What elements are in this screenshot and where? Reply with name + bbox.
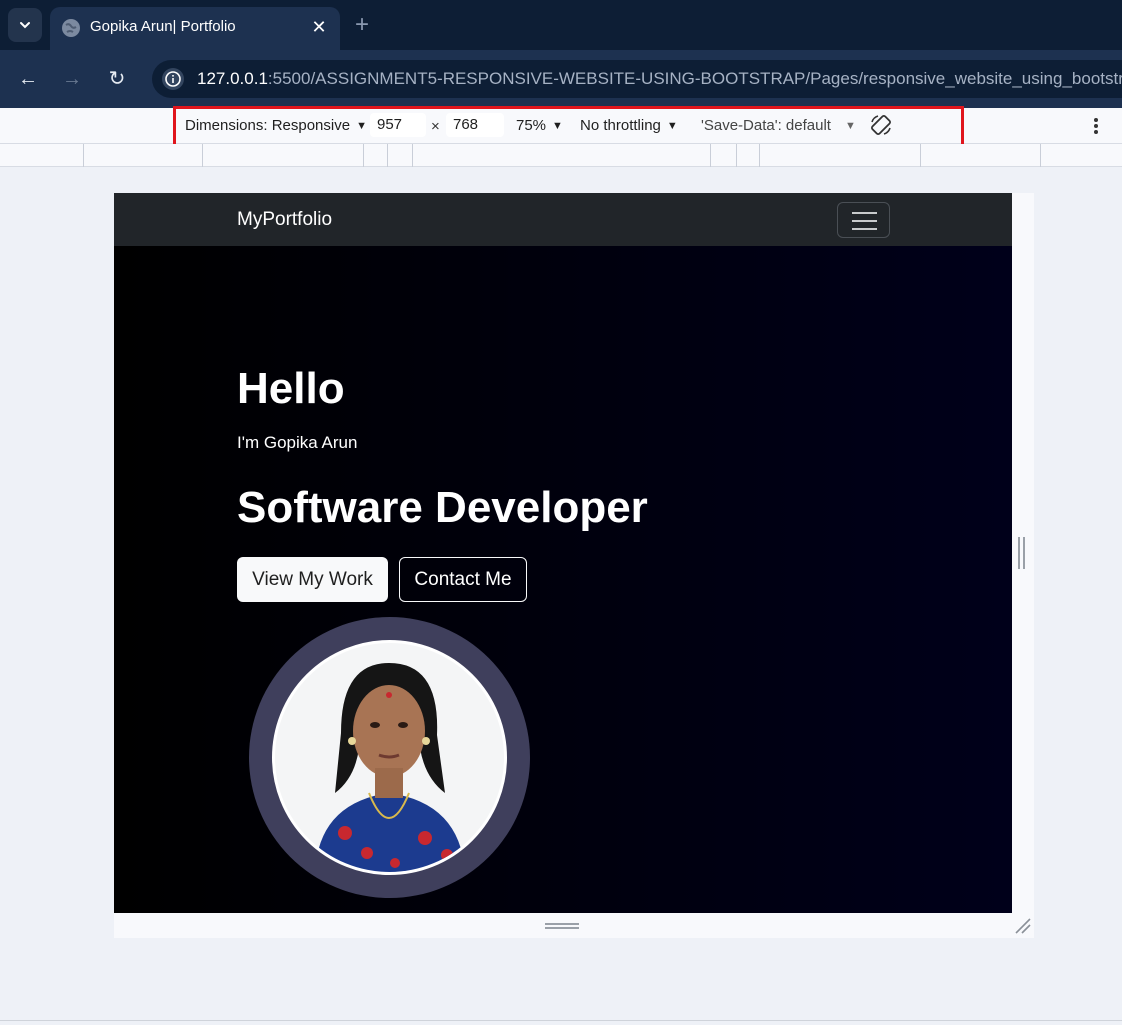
portfolio-page: MyPortfolio Hello I'm Gopika Arun Softwa… — [114, 193, 1012, 913]
ruler-tick — [920, 144, 921, 167]
profile-portrait-illustration — [275, 643, 504, 872]
browser-tab-strip: Gopika Arun| Portfolio ✕ + — [0, 0, 1122, 50]
address-bar[interactable]: 127.0.0.1:5500/ASSIGNMENT5-RESPONSIVE-WE… — [152, 60, 1122, 98]
info-icon[interactable] — [162, 68, 184, 90]
back-arrow-icon[interactable]: ← — [15, 66, 41, 92]
tab-search-button[interactable] — [8, 8, 42, 42]
forward-arrow-icon[interactable]: → — [59, 66, 85, 92]
media-query-ruler — [0, 144, 1122, 167]
divider — [0, 1020, 1122, 1021]
url-host: 127.0.0.1 — [197, 69, 268, 88]
hero-section: Hello I'm Gopika Arun Software Developer… — [114, 246, 1012, 913]
browser-tab[interactable]: Gopika Arun| Portfolio ✕ — [50, 7, 340, 50]
hamburger-line — [852, 220, 877, 222]
hero-greeting: Hello — [237, 364, 345, 413]
navbar-brand[interactable]: MyPortfolio — [237, 209, 332, 231]
url-text[interactable]: 127.0.0.1:5500/ASSIGNMENT5-RESPONSIVE-WE… — [197, 69, 1122, 89]
navbar-toggler-button[interactable] — [837, 202, 890, 238]
ruler-tick — [83, 144, 84, 167]
ruler-tick — [759, 144, 760, 167]
view-my-work-button[interactable]: View My Work — [237, 557, 388, 602]
hero-intro: I'm Gopika Arun — [237, 433, 358, 452]
resize-handle-corner[interactable] — [1014, 917, 1032, 935]
tab-title: Gopika Arun| Portfolio — [90, 18, 236, 35]
ruler-tick — [363, 144, 364, 167]
chevron-down-icon — [20, 22, 30, 29]
plus-icon[interactable]: + — [355, 11, 369, 39]
globe-icon — [62, 19, 80, 37]
ruler-tick — [387, 144, 388, 167]
contact-me-button[interactable]: Contact Me — [399, 557, 527, 602]
resize-handle-bottom[interactable] — [545, 923, 579, 929]
close-icon[interactable]: ✕ — [308, 16, 330, 38]
browser-toolbar: ← → ↻ 127.0.0.1:5500/ASSIGNMENT5-RESPONS… — [0, 50, 1122, 108]
ruler-tick — [412, 144, 413, 167]
ruler-tick — [202, 144, 203, 167]
hamburger-line — [852, 228, 877, 230]
site-navbar: MyPortfolio — [114, 193, 1012, 246]
ruler-tick — [710, 144, 711, 167]
url-path: :5500/ASSIGNMENT5-RESPONSIVE-WEBSITE-USI… — [267, 69, 1122, 88]
profile-photo — [272, 640, 507, 875]
more-vertical-icon[interactable] — [1088, 116, 1104, 136]
resize-handle-right[interactable] — [1018, 537, 1026, 569]
profile-photo-ring — [249, 617, 530, 898]
ruler-tick — [736, 144, 737, 167]
hero-role: Software Developer — [237, 483, 648, 532]
reload-icon[interactable]: ↻ — [104, 66, 130, 92]
hamburger-line — [852, 212, 877, 214]
ruler-tick — [1040, 144, 1041, 167]
